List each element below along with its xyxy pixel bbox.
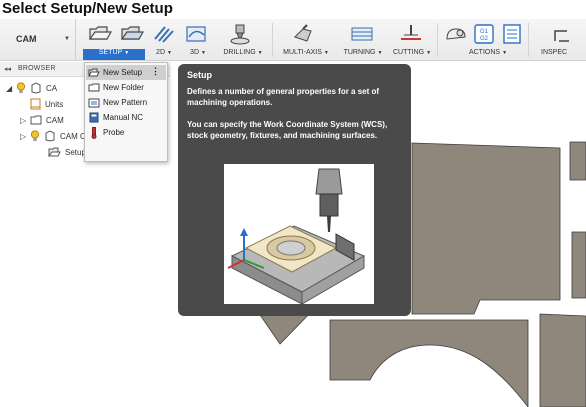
- setup-tooltip: Setup Defines a number of general proper…: [178, 64, 411, 316]
- menu-item-probe[interactable]: Probe: [86, 125, 166, 140]
- setup-button[interactable]: [86, 21, 114, 47]
- setup-sheet-button[interactable]: [498, 21, 526, 47]
- tree-item-label: Units: [45, 99, 64, 109]
- lightbulb-icon[interactable]: [30, 130, 40, 142]
- 3d-button[interactable]: [183, 21, 211, 47]
- simulate-icon: [446, 28, 466, 40]
- 2d-button[interactable]: [150, 21, 178, 47]
- tooltip-title: Setup: [187, 70, 213, 80]
- part-shape-bottom-arc[interactable]: [329, 319, 529, 407]
- tooltip-details: You can specify the Work Coordinate Syst…: [187, 120, 388, 140]
- manual-nc-icon: [89, 112, 99, 123]
- workspace-label: CAM: [16, 34, 37, 44]
- inspect-group-label[interactable]: INSPEC: [541, 49, 586, 60]
- tree-item-label: CAM: [46, 115, 64, 125]
- 3d-toolpath-icon: [186, 26, 206, 42]
- workspace-switcher[interactable]: CAM ▼: [6, 19, 76, 61]
- part-shape-right-mid[interactable]: [571, 231, 586, 299]
- turning-button[interactable]: [348, 21, 376, 47]
- multi-axis-group-label[interactable]: MULTI-AXIS ▼: [278, 49, 334, 60]
- post-process-button[interactable]: G1 G2: [470, 21, 498, 47]
- menu-item-label: New Folder: [103, 83, 144, 92]
- actions-group-label[interactable]: ACTIONS ▼: [460, 49, 516, 60]
- tree-row-units[interactable]: Units: [30, 96, 63, 112]
- part-shape-center[interactable]: [411, 142, 561, 315]
- 3d-group-label[interactable]: 3D ▼: [184, 49, 212, 60]
- setup-sheet-icon: [503, 24, 521, 44]
- cutting-group-label[interactable]: CUTTING ▼: [390, 49, 434, 60]
- folder-icon: [120, 26, 145, 40]
- toolbar: CAM ▼ SETUP ▼ 2D ▼ 3D ▼ DRILLING ▼ MULTI-AXI…: [0, 19, 586, 61]
- cutting-icon: [401, 25, 421, 40]
- tree-row-cam[interactable]: ▷ CAM: [20, 112, 64, 128]
- part-shape-right-top[interactable]: [569, 141, 586, 181]
- multi-axis-icon: [294, 24, 312, 42]
- setup-folder-button[interactable]: [118, 21, 146, 47]
- tooltip-description: Defines a number of general properties f…: [187, 87, 380, 107]
- setup-group-label[interactable]: SETUP ▼: [83, 49, 145, 60]
- 2d-group-label[interactable]: 2D ▼: [150, 49, 178, 60]
- gcode-text-g1: G1: [480, 29, 489, 35]
- tree-item-label: CA: [46, 83, 58, 93]
- collapse-browser-icon[interactable]: ◂◂: [4, 65, 11, 73]
- multi-axis-button[interactable]: [290, 21, 318, 47]
- menu-item-new-pattern[interactable]: New Pattern: [86, 95, 166, 110]
- menu-item-manual-nc[interactable]: Manual NC: [86, 110, 166, 125]
- part-shape-bottom-right[interactable]: [539, 313, 586, 407]
- drilling-group-label[interactable]: DRILLING ▼: [220, 49, 266, 60]
- setup-dropdown-menu: New Setup ⋮ New Folder New Pattern Manua…: [84, 62, 168, 162]
- expand-triangle-icon[interactable]: ▷: [20, 132, 30, 141]
- folder-icon: [88, 83, 100, 91]
- setups-folder-icon: [48, 147, 61, 156]
- component-icon: [45, 130, 55, 142]
- menu-item-new-setup[interactable]: New Setup ⋮: [86, 65, 166, 80]
- page-caption: Select Setup/New Setup: [2, 0, 173, 17]
- document-icon: [30, 98, 41, 110]
- collapse-triangle-icon[interactable]: ◢: [6, 84, 16, 93]
- menu-item-label: Manual NC: [103, 113, 144, 122]
- menu-item-label: New Setup: [103, 68, 143, 77]
- 2d-toolpath-icon: [154, 26, 174, 43]
- inspect-icon: [554, 30, 569, 42]
- component-icon: [31, 82, 41, 94]
- inspect-button[interactable]: [548, 21, 576, 47]
- pattern-icon: [88, 98, 100, 107]
- cutting-button[interactable]: [397, 21, 425, 47]
- setup-icon: [88, 26, 113, 40]
- drill-icon: [230, 24, 250, 45]
- tree-row-root[interactable]: ◢ CA: [6, 80, 57, 96]
- simulate-button[interactable]: [442, 21, 470, 47]
- menu-item-new-folder[interactable]: New Folder: [86, 80, 166, 95]
- menu-item-label: Probe: [103, 128, 125, 137]
- menu-item-label: New Pattern: [103, 98, 148, 107]
- gcode-text-g2: G2: [480, 36, 489, 42]
- expand-triangle-icon[interactable]: ▷: [20, 116, 30, 125]
- drilling-button[interactable]: [226, 21, 254, 47]
- probe-icon: [91, 126, 97, 139]
- lightbulb-icon[interactable]: [16, 82, 26, 94]
- chevron-down-icon: ▼: [64, 36, 70, 42]
- setup-illustration-image: [224, 164, 374, 304]
- more-options-icon[interactable]: ⋮: [151, 66, 160, 77]
- turning-icon: [351, 27, 373, 41]
- new-setup-icon: [88, 68, 100, 76]
- browser-title: BROWSER: [18, 65, 56, 72]
- turning-group-label[interactable]: TURNING ▼: [340, 49, 386, 60]
- folder-icon: [30, 115, 42, 124]
- gcode-icon: G1 G2: [474, 24, 494, 44]
